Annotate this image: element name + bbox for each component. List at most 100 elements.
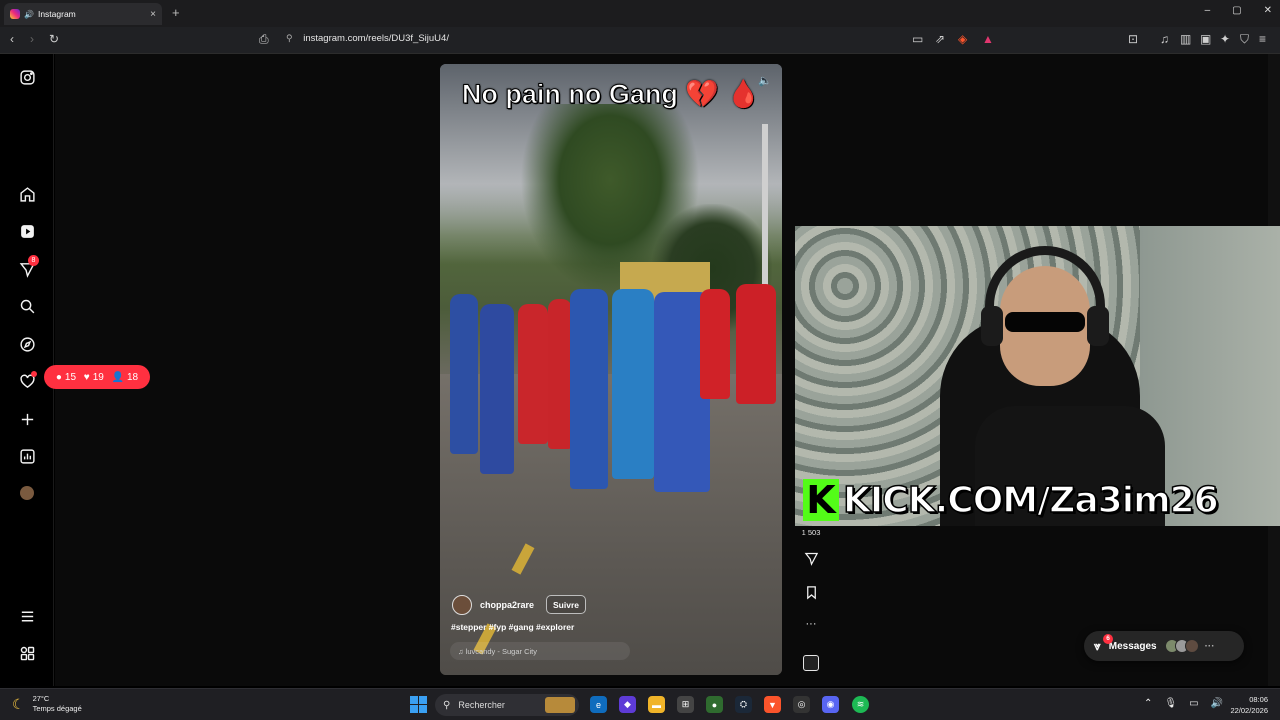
weather-temp: 27°C [32, 694, 50, 703]
more-menu-icon[interactable] [18, 607, 36, 625]
tab-close-button[interactable]: × [150, 9, 156, 20]
explore-icon[interactable] [18, 335, 36, 353]
screenshot-icon[interactable]: ⊡ [1128, 32, 1138, 46]
microphone-icon[interactable]: 🎙 [1164, 698, 1177, 709]
video-person [570, 289, 608, 489]
cast-icon[interactable]: ▭ [912, 32, 923, 46]
reel-audio[interactable]: ♫ luvcandy - Sugar City [450, 642, 630, 660]
follows-count: 👤 18 [112, 372, 139, 383]
messages-button[interactable]: ⩔ 6 Messages ··· [1084, 631, 1244, 661]
speaker-icon[interactable]: 🔊 [24, 10, 34, 19]
url-text: instagram.com/reels/DU3f_SijuU4/ [303, 33, 449, 44]
clock-date: 22/02/2026 [1230, 706, 1268, 715]
volume-icon[interactable]: 🔈 [758, 74, 772, 87]
brave-rewards-icon[interactable]: ▲ [982, 32, 994, 46]
windows-taskbar: ☾ 27°C Temps dégagé ⚲ Rechercher e ◆ ▬ ⊞… [0, 688, 1280, 720]
address-bar[interactable]: ⚲ instagram.com/reels/DU3f_SijuU4/ [286, 33, 449, 44]
reload-icon[interactable]: ↻ [49, 32, 59, 46]
messages-avatars [1164, 639, 1199, 653]
video-person [612, 289, 654, 479]
messages-icon[interactable]: 8 [18, 255, 39, 278]
wallet-icon[interactable]: ▣ [1200, 32, 1211, 46]
overlay-emojis: 💔 🩸 [685, 79, 761, 110]
follow-button[interactable]: Suivre [546, 595, 586, 614]
heart-icon: ♥ [83, 371, 90, 383]
messages-badge: 6 [1103, 633, 1113, 644]
person-icon: 👤 [111, 371, 124, 383]
taskbar-search[interactable]: ⚲ Rechercher [435, 694, 579, 716]
sidebar-icon[interactable]: ▥ [1180, 32, 1191, 46]
brave-icon[interactable]: ▼ [764, 696, 781, 713]
spotify-icon[interactable]: ≋ [852, 696, 869, 713]
more-options-icon[interactable]: ··· [800, 618, 822, 630]
reel-hashtags[interactable]: #stepper #fyp #gang #explorer [451, 622, 574, 632]
likes-count: ♥ 19 [84, 372, 104, 383]
share-icon[interactable]: ⇗ [935, 32, 945, 46]
windows-start-icon[interactable] [410, 696, 427, 713]
menu-icon[interactable]: ≡ [1259, 32, 1266, 46]
tab-instagram[interactable]: 🔊 Instagram × [4, 3, 162, 25]
forward-icon[interactable]: › [30, 32, 34, 46]
file-explorer-icon[interactable]: ▬ [648, 696, 665, 713]
vpn-icon[interactable]: ⛉ [1240, 32, 1249, 47]
browser-tabbar: 🔊 Instagram × + – ▢ ✕ [0, 0, 1280, 27]
search-icon[interactable] [18, 297, 36, 315]
kick-banner: K KICK.COM/Za3im26 [803, 478, 1219, 522]
apps-icon[interactable] [18, 644, 36, 662]
bookmark-icon[interactable]: ⎙ [259, 32, 269, 47]
music-icon[interactable]: ♫ [1160, 32, 1169, 46]
back-icon[interactable]: ‹ [10, 32, 14, 46]
brave-shield-icon[interactable]: ◈ [958, 32, 967, 46]
search-placeholder: Rechercher [458, 700, 505, 710]
system-tray: ⌃ 🎙 ▭ 🔊 [1144, 698, 1223, 709]
profile-avatar[interactable] [18, 484, 36, 502]
leo-icon[interactable]: ✦ [1220, 32, 1230, 46]
create-icon[interactable] [18, 410, 36, 428]
app-icon[interactable]: ● [706, 696, 723, 713]
chevron-up-icon[interactable]: ⌃ [1144, 698, 1152, 709]
webcam-headset-ear [1087, 306, 1109, 346]
weather-widget[interactable]: ☾ 27°C Temps dégagé [12, 694, 82, 714]
discord-icon[interactable]: ◉ [822, 696, 839, 713]
activity-notification-pill[interactable]: ● 15 ♥ 19 👤 18 [44, 365, 150, 389]
webcam-headset-ear [981, 306, 1003, 346]
comment-icon: ● [55, 371, 62, 383]
video-person [518, 304, 548, 444]
author-avatar[interactable] [452, 595, 472, 615]
notifications-heart-icon[interactable] [18, 371, 37, 390]
comments-count: ● 15 [56, 372, 76, 383]
edge-icon[interactable]: e [590, 696, 607, 713]
site-info-icon[interactable]: ⚲ [286, 33, 293, 43]
microsoft-store-icon[interactable]: ⊞ [677, 696, 694, 713]
reel-video[interactable]: No pain no Gang 💔 🩸 🔈 choppa2rare Suivre… [440, 64, 782, 675]
home-icon[interactable] [18, 185, 36, 203]
reels-icon[interactable] [18, 222, 36, 240]
minimize-button[interactable]: – [1205, 5, 1211, 16]
weather-desc: Temps dégagé [32, 704, 82, 713]
share-send-icon[interactable] [800, 551, 822, 569]
reel-overlay-text: No pain no Gang 💔 🩸 [440, 78, 782, 110]
browser-toolbar: ‹ › ↻ ⎙ ⚲ instagram.com/reels/DU3f_SijuU… [0, 27, 1280, 54]
tab-title: Instagram [37, 9, 76, 19]
steam-icon[interactable]: ⛭ [735, 696, 752, 713]
dashboard-icon[interactable] [18, 447, 36, 465]
instagram-logo-icon[interactable] [18, 68, 36, 86]
clock[interactable]: 08:06 22/02/2026 [1230, 694, 1268, 716]
store-app-icon[interactable]: ◆ [619, 696, 636, 713]
new-tab-button[interactable]: + [172, 5, 180, 20]
display-icon[interactable]: ▭ [1189, 698, 1198, 709]
overlay-text: No pain no Gang [461, 79, 678, 110]
save-bookmark-icon[interactable] [800, 585, 822, 603]
likes-value: 19 [92, 371, 104, 383]
maximize-button[interactable]: ▢ [1232, 5, 1241, 16]
close-window-button[interactable]: ✕ [1264, 5, 1272, 16]
follows-value: 18 [126, 371, 139, 383]
app-icon[interactable]: ◎ [793, 696, 810, 713]
video-person [548, 299, 572, 449]
audio-thumbnail-icon[interactable] [800, 655, 822, 674]
video-person [450, 294, 478, 454]
author-username[interactable]: choppa2rare [480, 600, 534, 610]
volume-icon[interactable]: 🔊 [1211, 698, 1223, 709]
messages-badge: 8 [28, 255, 39, 266]
comments-value: 15 [64, 371, 77, 383]
